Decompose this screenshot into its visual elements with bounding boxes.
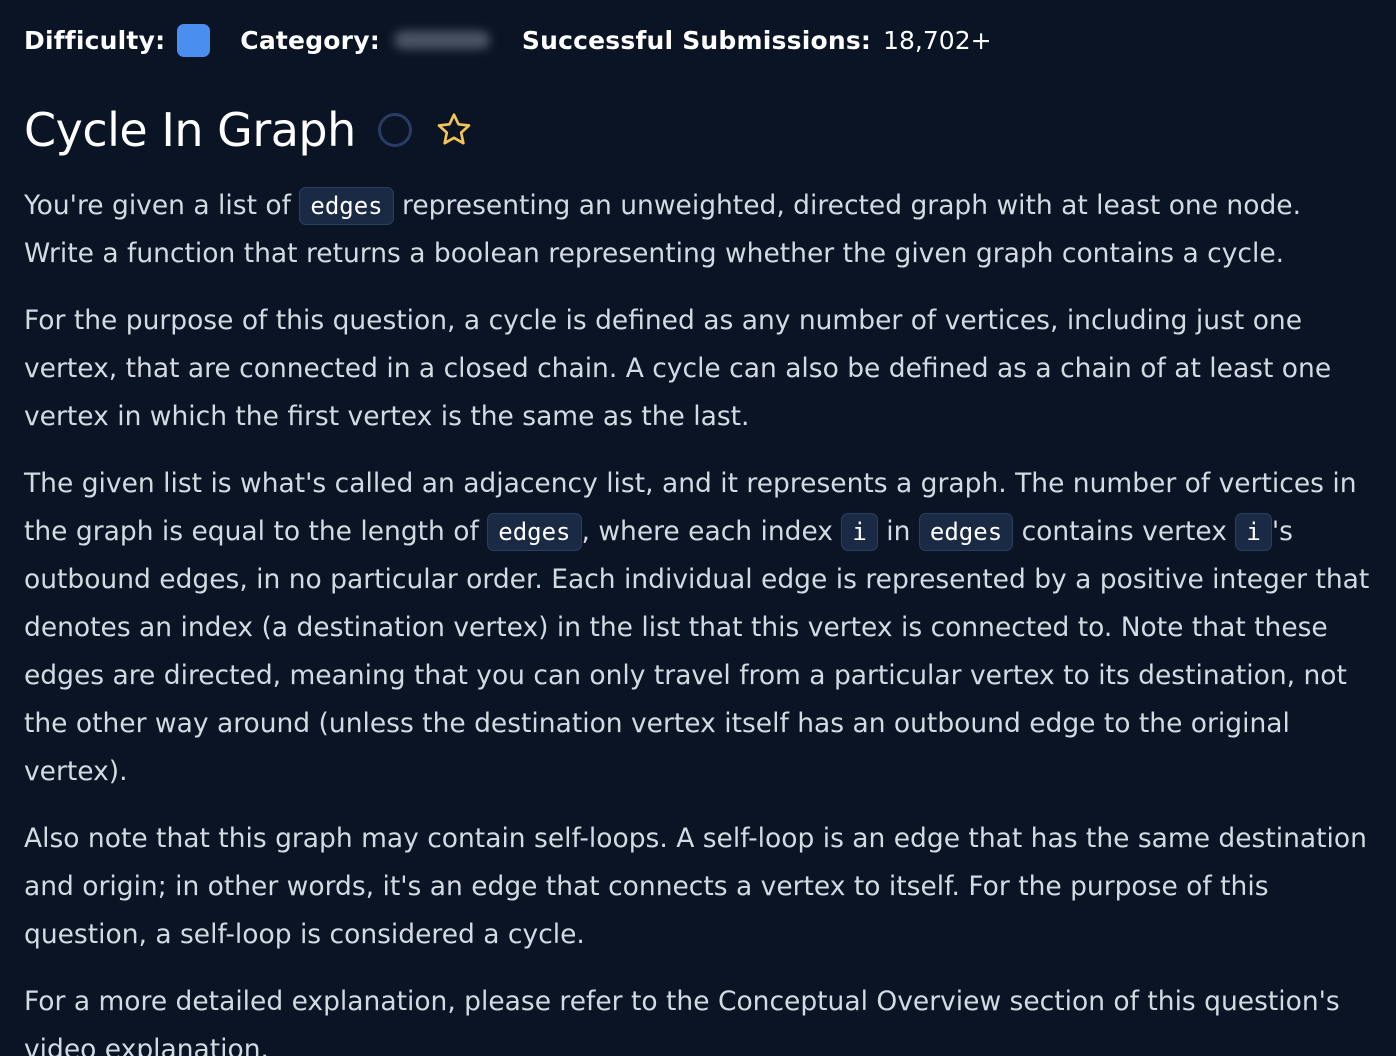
question-page: Difficulty: Category: Successful Submiss… [24,0,1374,1056]
inline-code-i: i [841,513,878,551]
favorite-star-icon[interactable] [434,110,474,150]
completion-status-icon[interactable] [377,113,412,147]
text-run: , where each index [581,516,842,547]
inline-code-i: i [1235,513,1272,551]
description-paragraph: The given list is what's called an adjac… [24,460,1374,796]
question-meta-bar: Difficulty: Category: Successful Submiss… [24,0,1374,80]
difficulty-label: Difficulty: [24,25,166,55]
inline-code-edges: edges [918,513,1014,551]
text-run: contains vertex [1013,516,1236,547]
question-description: You're given a list of edges representin… [24,182,1374,1056]
submissions-count: 18,702+ [883,25,992,55]
description-paragraph: For the purpose of this question, a cycl… [24,305,1332,432]
text-run: 's outbound edges, in no particular orde… [24,516,1370,787]
inline-code-edges: edges [299,187,394,225]
category-label: Category: [240,25,380,55]
title-row: Cycle In Graph [24,80,1374,180]
question-title: Cycle In Graph [24,103,356,157]
category-value-blurred [393,31,490,49]
description-paragraph: You're given a list of edges representin… [24,182,1374,278]
description-paragraph: For a more detailed explanation, please … [24,986,1340,1056]
description-paragraph: Also note that this graph may contain se… [24,823,1367,950]
text-run: in [877,516,919,547]
text-run: You're given a list of [24,190,300,221]
submissions-label: Successful Submissions: [521,25,872,55]
inline-code-edges: edges [487,513,582,551]
difficulty-badge [177,23,211,57]
